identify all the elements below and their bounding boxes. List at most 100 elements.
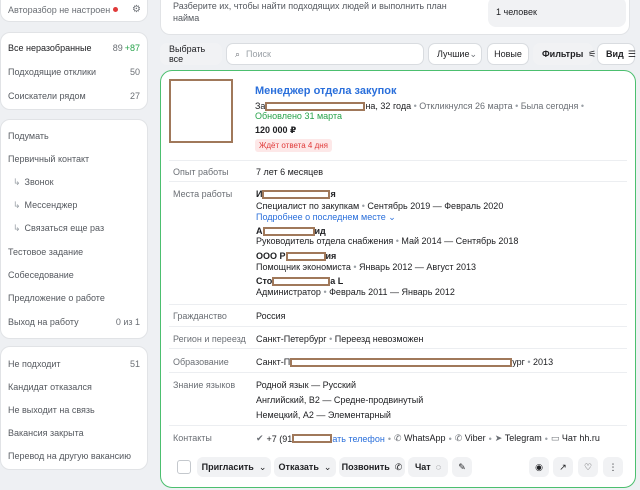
share-button[interactable]: ↗ (553, 457, 573, 477)
education-part: ург (512, 357, 525, 367)
filter-nearby[interactable]: Соискатели рядом 27 (1, 85, 147, 107)
stage-label: Выход на работу (8, 317, 79, 327)
job-company: Сто а L (256, 276, 343, 287)
company-name-part: я (330, 189, 336, 199)
candidate-name-prefix: За (255, 101, 266, 111)
gear-icon[interactable]: ⚙ (132, 4, 141, 15)
language-item: Английский, B2 — Средне-продвинутый (256, 395, 424, 405)
job-period: Февраль 2011 — Январь 2012 (329, 287, 455, 297)
citizenship-value: Россия (256, 311, 286, 321)
job-company: Ия (256, 189, 336, 200)
stage-item[interactable]: Подумать (8, 128, 140, 144)
stage-subitem[interactable]: ↳ Мессенджер (13, 197, 140, 213)
divider (169, 348, 627, 349)
reject-item[interactable]: Перевод на другую вакансию (8, 448, 140, 464)
more-button[interactable]: ⋮ (603, 457, 623, 477)
stage-item[interactable]: Тестовое задание (8, 244, 140, 260)
wait-badge: Ждёт ответа 4 дня (255, 139, 333, 152)
filter-label: Все неразобранные (8, 43, 92, 53)
education-label: Образование (173, 357, 229, 367)
whatsapp-label: WhatsApp (404, 433, 446, 443)
contacts-row: ✔ +7 (91 ать телефон • ✆ WhatsApp • ✆ Vi… (256, 433, 600, 444)
job-role-period: Администратор • Февраль 2011 — Январь 20… (256, 287, 455, 297)
redacted-name (265, 102, 366, 112)
last-seen: Была сегодня (520, 101, 579, 111)
viber-link[interactable]: ✆ Viber (455, 433, 486, 444)
invite-button[interactable]: Пригласить ⌄ (197, 457, 271, 477)
stage-label: Первичный контакт (8, 154, 90, 164)
whatsapp-icon: ✆ (393, 433, 402, 443)
company-name-part: ООО Р (256, 251, 286, 261)
filters-label: Фильтры (542, 49, 584, 59)
education-value: Санкт-П ург • 2013 (256, 357, 554, 368)
call-label: Позвонить (341, 462, 390, 472)
more-vertical-icon: ⋮ (608, 461, 618, 472)
reject-button[interactable]: Отказать ⌄ (274, 457, 336, 477)
job-role-period: Руководитель отдела снабжения • Май 2014… (256, 236, 519, 246)
candidate-meta: За на, 32 года • Откликнулся 26 марта • Б… (255, 101, 585, 122)
show-phone-link[interactable]: ать телефон (332, 434, 384, 444)
chevron-down-icon: ⌄ (469, 48, 477, 59)
job-period: Май 2014 — Сентябрь 2018 (401, 236, 519, 246)
stage-subitem[interactable]: ↳ Связаться еще раз (13, 220, 140, 236)
relocation: Переезд невозможен (334, 334, 424, 344)
favorite-button[interactable]: ♡ (578, 457, 598, 477)
candidate-photo[interactable] (169, 79, 233, 143)
new-filter-button[interactable]: Новые (487, 43, 529, 65)
updated-date: Обновлено 31 марта (255, 111, 342, 122)
autoparse-row[interactable]: Авторазбор не настроен ⚙ (8, 4, 141, 15)
invite-label: Пригласить (201, 462, 254, 472)
reject-count: 51 (129, 359, 140, 369)
stage-item[interactable]: Выход на работу 0 из 1 (8, 314, 140, 330)
call-button[interactable]: Позвонить ✆ (339, 457, 405, 477)
search-input[interactable]: ⌕ Поиск (226, 43, 424, 65)
viber-icon: ✆ (454, 433, 463, 443)
whatsapp-link[interactable]: ✆ WhatsApp (394, 433, 446, 444)
autoparse-status: Авторазбор не настроен (8, 4, 111, 15)
reject-item[interactable]: Не подходит 51 (8, 356, 140, 372)
phone-prefix: +7 (91 (266, 433, 293, 444)
chat-button[interactable]: Чат ◌ (408, 457, 448, 477)
experience-label: Опыт работы (173, 167, 229, 177)
divider (169, 304, 627, 305)
stage-label: Тестовое задание (8, 247, 84, 257)
job-company: ООО Р ия (256, 251, 336, 262)
reject-item[interactable]: Не выходит на связь (8, 402, 140, 418)
eye-icon: ◉ (535, 461, 543, 472)
region-value: Санкт-Петербург • Переезд невозможен (256, 334, 424, 344)
redacted-company (285, 252, 326, 262)
stage-item[interactable]: Собеседование (8, 267, 140, 283)
resume-title[interactable]: Менеджер отдела закупок (255, 85, 396, 97)
hh-chat-link[interactable]: ▭ Чат hh.ru (551, 433, 600, 444)
reject-item[interactable]: Кандидат отказался (8, 379, 140, 395)
select-checkbox[interactable] (177, 460, 191, 474)
hiring-hint-panel: Разберите их, чтобы найти подходящих люд… (160, 0, 630, 35)
languages-label: Знание языков (173, 380, 236, 390)
view-button[interactable]: Вид ☰ (597, 43, 636, 65)
citizenship-label: Гражданство (173, 311, 227, 321)
view-button-eye[interactable]: ◉ (529, 457, 549, 477)
stage-label: Связаться еще раз (24, 223, 105, 233)
chat-bubble-icon: ◌ (435, 462, 442, 472)
redacted-company (272, 277, 331, 287)
stage-item[interactable]: Первичный контакт (8, 151, 140, 167)
select-all-button[interactable]: Выбрать все (160, 43, 222, 65)
stage-item[interactable]: Предложение о работе (8, 290, 140, 306)
stage-label: Звонок (24, 177, 54, 187)
reject-item[interactable]: Вакансия закрыта (8, 425, 140, 441)
filters-button[interactable]: Фильтры ⚟ (533, 43, 596, 65)
edit-note-button[interactable]: ✎ (452, 457, 472, 477)
stage-subitem[interactable]: ↳ Звонок (13, 174, 140, 190)
telegram-link[interactable]: ➤ Telegram (495, 433, 542, 444)
stage-label: Подумать (8, 131, 49, 141)
redacted-phone (292, 434, 333, 443)
search-placeholder: Поиск (246, 49, 271, 59)
more-about-last-job-link[interactable]: Подробнее о последнем месте ⌄ (256, 212, 396, 223)
view-label: Вид (606, 49, 624, 59)
job-role: Помощник экономиста (256, 262, 351, 272)
sort-dropdown[interactable]: Лучшие ⌄ (428, 43, 482, 65)
filter-label: Соискатели рядом (8, 91, 86, 101)
filter-all-unsorted[interactable]: Все неразобранные 89 +87 (1, 37, 147, 59)
redacted-institution (290, 358, 513, 368)
filter-suitable[interactable]: Подходящие отклики 50 (1, 61, 147, 83)
